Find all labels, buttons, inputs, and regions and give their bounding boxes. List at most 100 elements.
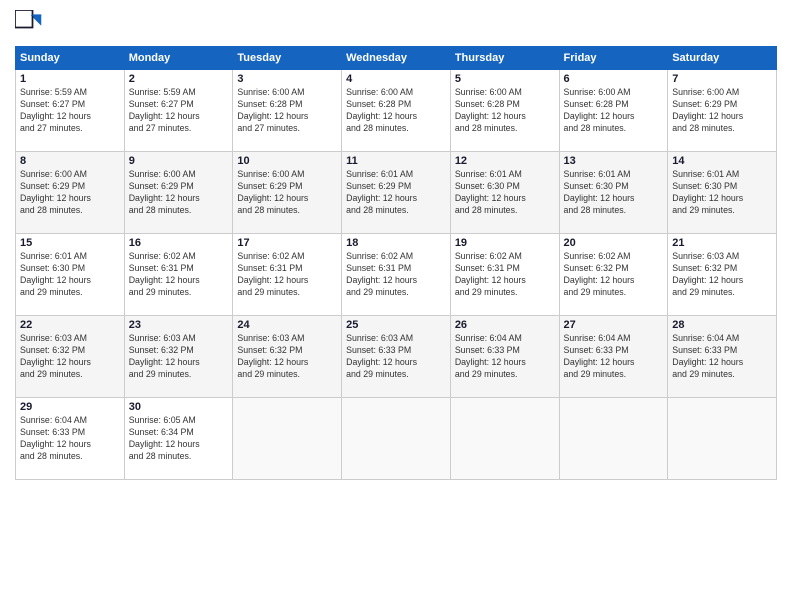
day-number: 24 <box>237 319 337 331</box>
day-number: 3 <box>237 73 337 85</box>
calendar-cell <box>450 398 559 480</box>
day-info: Sunrise: 6:04 AM Sunset: 6:33 PM Dayligh… <box>672 333 772 381</box>
day-number: 5 <box>455 73 555 85</box>
day-number: 29 <box>20 401 120 413</box>
calendar-cell: 16 Sunrise: 6:02 AM Sunset: 6:31 PM Dayli… <box>124 234 233 316</box>
calendar-cell: 11 Sunrise: 6:01 AM Sunset: 6:29 PM Dayli… <box>342 152 451 234</box>
calendar-cell: 1 Sunrise: 5:59 AM Sunset: 6:27 PM Daylig… <box>16 70 125 152</box>
day-number: 30 <box>129 401 229 413</box>
day-info: Sunrise: 6:03 AM Sunset: 6:33 PM Dayligh… <box>346 333 446 381</box>
day-info: Sunrise: 6:01 AM Sunset: 6:30 PM Dayligh… <box>20 251 120 299</box>
day-number: 17 <box>237 237 337 249</box>
day-number: 26 <box>455 319 555 331</box>
calendar-cell: 17 Sunrise: 6:02 AM Sunset: 6:31 PM Dayli… <box>233 234 342 316</box>
day-info: Sunrise: 6:03 AM Sunset: 6:32 PM Dayligh… <box>237 333 337 381</box>
calendar-cell: 10Sunrise: 6:00 AM Sunset: 6:29 PM Dayli… <box>233 152 342 234</box>
calendar-cell <box>233 398 342 480</box>
calendar-cell: 26 Sunrise: 6:04 AM Sunset: 6:33 PM Dayli… <box>450 316 559 398</box>
calendar-cell: 18Sunrise: 6:02 AM Sunset: 6:31 PM Dayli… <box>342 234 451 316</box>
weekday-header-friday: Friday <box>559 47 668 70</box>
day-info: Sunrise: 6:02 AM Sunset: 6:31 PM Dayligh… <box>346 251 446 299</box>
day-info: Sunrise: 6:02 AM Sunset: 6:31 PM Dayligh… <box>455 251 555 299</box>
day-number: 1 <box>20 73 120 85</box>
day-number: 21 <box>672 237 772 249</box>
day-number: 25 <box>346 319 446 331</box>
day-info: Sunrise: 6:00 AM Sunset: 6:29 PM Dayligh… <box>672 87 772 135</box>
day-number: 7 <box>672 73 772 85</box>
weekday-header-sunday: Sunday <box>16 47 125 70</box>
calendar-cell: 7 Sunrise: 6:00 AM Sunset: 6:29 PM Daylig… <box>668 70 777 152</box>
day-info: Sunrise: 6:00 AM Sunset: 6:28 PM Dayligh… <box>237 87 337 135</box>
day-number: 8 <box>20 155 120 167</box>
day-info: Sunrise: 6:01 AM Sunset: 6:30 PM Dayligh… <box>564 169 664 217</box>
calendar-cell: 14 Sunrise: 6:01 AM Sunset: 6:30 PM Dayli… <box>668 152 777 234</box>
weekday-header-saturday: Saturday <box>668 47 777 70</box>
logo <box>15 10 47 38</box>
day-info: Sunrise: 6:03 AM Sunset: 6:32 PM Dayligh… <box>129 333 229 381</box>
calendar-cell: 19 Sunrise: 6:02 AM Sunset: 6:31 PM Dayli… <box>450 234 559 316</box>
day-number: 14 <box>672 155 772 167</box>
calendar-cell <box>559 398 668 480</box>
calendar-week-row: 1 Sunrise: 5:59 AM Sunset: 6:27 PM Daylig… <box>16 70 777 152</box>
calendar-week-row: 15 Sunrise: 6:01 AM Sunset: 6:30 PM Dayli… <box>16 234 777 316</box>
calendar-cell: 2 Sunrise: 5:59 AM Sunset: 6:27 PM Daylig… <box>124 70 233 152</box>
day-number: 6 <box>564 73 664 85</box>
calendar-cell: 27 Sunrise: 6:04 AM Sunset: 6:33 PM Dayli… <box>559 316 668 398</box>
calendar-cell: 12Sunrise: 6:01 AM Sunset: 6:30 PM Dayli… <box>450 152 559 234</box>
day-info: Sunrise: 6:02 AM Sunset: 6:31 PM Dayligh… <box>237 251 337 299</box>
day-info: Sunrise: 6:01 AM Sunset: 6:30 PM Dayligh… <box>455 169 555 217</box>
day-number: 2 <box>129 73 229 85</box>
day-number: 28 <box>672 319 772 331</box>
calendar-week-row: 29 Sunrise: 6:04 AM Sunset: 6:33 PM Dayli… <box>16 398 777 480</box>
calendar-cell: 5 Sunrise: 6:00 AM Sunset: 6:28 PM Daylig… <box>450 70 559 152</box>
day-info: Sunrise: 5:59 AM Sunset: 6:27 PM Dayligh… <box>129 87 229 135</box>
calendar-cell: 21 Sunrise: 6:03 AM Sunset: 6:32 PM Dayli… <box>668 234 777 316</box>
calendar-page: SundayMondayTuesdayWednesdayThursdayFrid… <box>0 0 792 612</box>
calendar-cell: 9Sunrise: 6:00 AM Sunset: 6:29 PM Daylig… <box>124 152 233 234</box>
calendar-cell: 22 Sunrise: 6:03 AM Sunset: 6:32 PM Dayli… <box>16 316 125 398</box>
day-info: Sunrise: 5:59 AM Sunset: 6:27 PM Dayligh… <box>20 87 120 135</box>
day-info: Sunrise: 6:04 AM Sunset: 6:33 PM Dayligh… <box>455 333 555 381</box>
calendar-cell <box>668 398 777 480</box>
day-info: Sunrise: 6:00 AM Sunset: 6:28 PM Dayligh… <box>346 87 446 135</box>
day-number: 11 <box>346 155 446 167</box>
calendar-cell: 3 Sunrise: 6:00 AM Sunset: 6:28 PM Daylig… <box>233 70 342 152</box>
calendar-table: SundayMondayTuesdayWednesdayThursdayFrid… <box>15 46 777 480</box>
calendar-cell: 24 Sunrise: 6:03 AM Sunset: 6:32 PM Dayli… <box>233 316 342 398</box>
weekday-header-row: SundayMondayTuesdayWednesdayThursdayFrid… <box>16 47 777 70</box>
calendar-cell <box>342 398 451 480</box>
day-number: 19 <box>455 237 555 249</box>
header <box>15 10 777 38</box>
calendar-cell: 30Sunrise: 6:05 AM Sunset: 6:34 PM Dayli… <box>124 398 233 480</box>
day-info: Sunrise: 6:00 AM Sunset: 6:29 PM Dayligh… <box>20 169 120 217</box>
day-number: 15 <box>20 237 120 249</box>
day-info: Sunrise: 6:04 AM Sunset: 6:33 PM Dayligh… <box>564 333 664 381</box>
calendar-cell: 25 Sunrise: 6:03 AM Sunset: 6:33 PM Dayli… <box>342 316 451 398</box>
day-number: 22 <box>20 319 120 331</box>
calendar-cell: 6Sunrise: 6:00 AM Sunset: 6:28 PM Daylig… <box>559 70 668 152</box>
day-info: Sunrise: 6:00 AM Sunset: 6:29 PM Dayligh… <box>129 169 229 217</box>
calendar-cell: 20Sunrise: 6:02 AM Sunset: 6:32 PM Dayli… <box>559 234 668 316</box>
calendar-cell: 4 Sunrise: 6:00 AM Sunset: 6:28 PM Daylig… <box>342 70 451 152</box>
day-info: Sunrise: 6:00 AM Sunset: 6:28 PM Dayligh… <box>455 87 555 135</box>
day-info: Sunrise: 6:02 AM Sunset: 6:32 PM Dayligh… <box>564 251 664 299</box>
calendar-cell: 13 Sunrise: 6:01 AM Sunset: 6:30 PM Dayli… <box>559 152 668 234</box>
calendar-week-row: 8 Sunrise: 6:00 AM Sunset: 6:29 PM Daylig… <box>16 152 777 234</box>
day-info: Sunrise: 6:01 AM Sunset: 6:29 PM Dayligh… <box>346 169 446 217</box>
day-info: Sunrise: 6:02 AM Sunset: 6:31 PM Dayligh… <box>129 251 229 299</box>
calendar-week-row: 22 Sunrise: 6:03 AM Sunset: 6:32 PM Dayli… <box>16 316 777 398</box>
day-info: Sunrise: 6:01 AM Sunset: 6:30 PM Dayligh… <box>672 169 772 217</box>
calendar-cell: 23Sunrise: 6:03 AM Sunset: 6:32 PM Dayli… <box>124 316 233 398</box>
day-info: Sunrise: 6:03 AM Sunset: 6:32 PM Dayligh… <box>672 251 772 299</box>
weekday-header-thursday: Thursday <box>450 47 559 70</box>
day-info: Sunrise: 6:04 AM Sunset: 6:33 PM Dayligh… <box>20 415 120 463</box>
day-number: 4 <box>346 73 446 85</box>
day-number: 16 <box>129 237 229 249</box>
day-info: Sunrise: 6:03 AM Sunset: 6:32 PM Dayligh… <box>20 333 120 381</box>
day-number: 27 <box>564 319 664 331</box>
calendar-cell: 28 Sunrise: 6:04 AM Sunset: 6:33 PM Dayli… <box>668 316 777 398</box>
day-number: 13 <box>564 155 664 167</box>
logo-icon <box>15 10 43 38</box>
calendar-cell: 29 Sunrise: 6:04 AM Sunset: 6:33 PM Dayli… <box>16 398 125 480</box>
day-number: 10 <box>237 155 337 167</box>
